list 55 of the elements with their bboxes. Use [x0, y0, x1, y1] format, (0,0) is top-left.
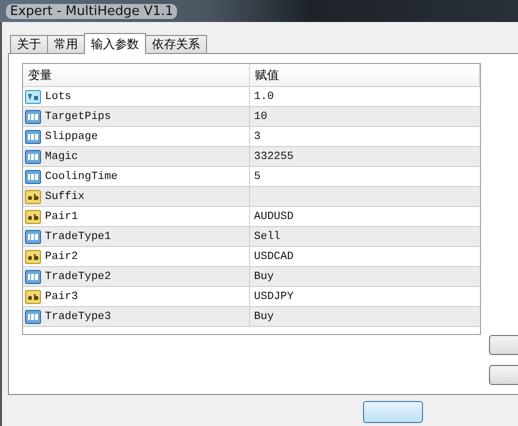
tab[interactable]: 输入参数: [84, 33, 146, 54]
parameter-value: USDCAD: [254, 250, 294, 262]
number-type-icon: [25, 270, 41, 284]
parameter-name: Suffix: [45, 190, 85, 202]
table-row[interactable]: Suffix: [23, 187, 480, 207]
table-row[interactable]: TradeType3 Buy: [23, 307, 480, 327]
dialog-button[interactable]: [363, 401, 423, 423]
table-row[interactable]: Lots 1.0: [23, 87, 480, 107]
parameter-name: Slippage: [45, 130, 98, 142]
text-type-icon: [25, 190, 41, 204]
parameter-value: Buy: [254, 270, 274, 282]
parameter-name: TargetPips: [45, 110, 112, 122]
parameter-value: 5: [254, 170, 261, 182]
parameter-name: Pair3: [45, 290, 78, 302]
number-type-icon: [25, 310, 41, 324]
parameter-name: Pair2: [45, 250, 78, 262]
parameter-name: TradeType3: [45, 310, 112, 322]
tab[interactable]: 常用: [47, 35, 85, 54]
table-row[interactable]: Pair3 USDJPY: [23, 287, 480, 307]
window-title: Expert - MultiHedge V1.1: [6, 4, 178, 18]
table-row[interactable]: CoolingTime 5: [23, 167, 480, 187]
table-row[interactable]: Slippage 3: [23, 127, 480, 147]
table-row[interactable]: Pair2 USDCAD: [23, 247, 480, 267]
number-type-icon: [25, 130, 41, 144]
number-type-icon: [25, 230, 41, 244]
number-type-icon: [25, 170, 41, 184]
table-row[interactable]: TradeType2 Buy: [23, 267, 480, 287]
parameter-value: 10: [254, 110, 268, 122]
parameter-name: TradeType2: [45, 270, 112, 282]
table-row[interactable]: TargetPips 10: [23, 107, 480, 127]
parameter-value: AUDUSD: [254, 210, 294, 222]
text-type-icon: [25, 290, 41, 304]
text-type-icon: [25, 250, 41, 264]
parameter-name: TradeType1: [45, 230, 112, 242]
tab[interactable]: 关于: [10, 35, 48, 54]
parameter-name: CoolingTime: [45, 170, 118, 182]
tab[interactable]: 依存关系: [145, 35, 207, 54]
table-row[interactable]: TradeType1 Sell: [23, 227, 480, 247]
parameter-name: Pair1: [45, 210, 78, 222]
parameter-value: Sell: [254, 230, 280, 242]
parameter-value: 3: [254, 130, 261, 142]
column-header[interactable]: 变量: [23, 64, 250, 86]
column-header[interactable]: 赋值: [250, 64, 480, 86]
double-type-icon: [25, 90, 41, 104]
parameter-value: USDJPY: [254, 290, 294, 302]
table-row[interactable]: Pair1 AUDUSD: [23, 207, 480, 227]
number-type-icon: [25, 110, 41, 124]
table-row[interactable]: Magic 332255: [23, 147, 480, 167]
parameter-value: Buy: [254, 310, 274, 322]
parameter-value: 1.0: [254, 90, 274, 102]
parameter-name: Magic: [45, 150, 78, 162]
parameter-name: Lots: [45, 90, 72, 102]
number-type-icon: [25, 150, 41, 164]
parameter-value: 332255: [254, 150, 294, 162]
text-type-icon: [25, 210, 41, 224]
